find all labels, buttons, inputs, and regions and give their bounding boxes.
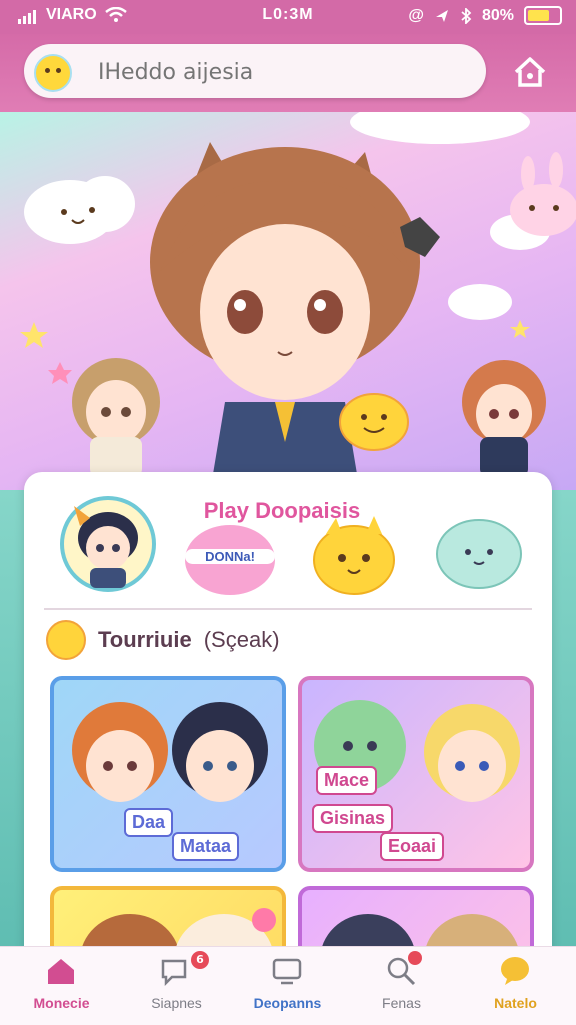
battery-label: 80% [481,6,514,24]
pink-bubble-avatar[interactable]: DONNa! [182,522,278,598]
thumbnail-label-bottom: Eoaai [380,832,445,861]
thumbnail-label-bottom: Mataa [172,832,240,861]
sun-buddy [339,393,409,451]
bunny-sticker [510,152,576,236]
thumbnail-label-top: Daa [124,808,174,837]
nav-item-chat[interactable]: 6 Siapnes [119,947,234,1025]
cloud-top [350,112,530,144]
home-icon [48,959,74,984]
nav-label: Natelo [494,995,537,1011]
thumbnail-label-top: Mace [316,766,378,795]
at-icon: @ [408,6,424,24]
top-bar [0,34,576,112]
right-character [462,360,546,477]
thumbnail-card[interactable]: Daa Mataa [50,676,286,872]
tv-icon [272,958,302,985]
heart-decor [48,362,72,384]
cloud-left [24,176,135,244]
status-right: @ 80% [408,6,562,25]
thumbnail-card[interactable]: Mace Gisinas Eoaai [298,676,534,872]
sun-icon [46,620,86,660]
nav-label: Fenas [382,995,421,1011]
thumbnail-art [72,702,268,802]
nav-item-search[interactable]: Fenas [344,947,459,1025]
bubble-icon [501,957,529,985]
nav-label: Deopanns [253,995,322,1011]
mint-blob-avatar[interactable] [434,516,524,592]
bluetooth-icon [461,7,472,24]
location-pin-icon [408,951,422,965]
bottom-nav: Monecie 6 Siapnes Deopanns Fenas Natelo [0,946,576,1025]
nav-item-tv[interactable]: Deopanns [230,947,345,1025]
divider [44,608,532,610]
nav-item-bubble[interactable]: Natelo [458,947,573,1025]
section-subtitle: (Sçeak) [203,627,280,652]
airplane-icon [435,9,448,22]
bubble-label: DONNa! [185,549,275,564]
section-title: Tourriuie [98,627,192,652]
avatar-character[interactable] [60,496,156,592]
section-header: Tourriuie (Sçeak) [46,620,280,660]
left-character [72,358,160,477]
hero-illustration [20,112,576,492]
nav-label: Monecie [33,995,90,1011]
status-bar: VIARO L0:3M @ 80% [0,0,576,34]
chick-avatar[interactable] [306,512,402,598]
smiley-icon [34,54,72,92]
search-input[interactable] [96,54,460,90]
hero-banner [0,112,576,492]
search-bar[interactable] [24,44,486,98]
chat-icon [161,959,187,987]
thumbnail-label-mid: Gisinas [312,804,394,833]
battery-icon [524,6,562,25]
nav-item-home[interactable]: Monecie [4,947,119,1025]
content-card: Play Doopaisis DONNa! Tourriuie (Sçeak) … [24,472,552,972]
notification-badge: 6 [191,951,209,969]
nav-label: Siapnes [151,995,202,1011]
home-icon[interactable] [510,52,550,92]
